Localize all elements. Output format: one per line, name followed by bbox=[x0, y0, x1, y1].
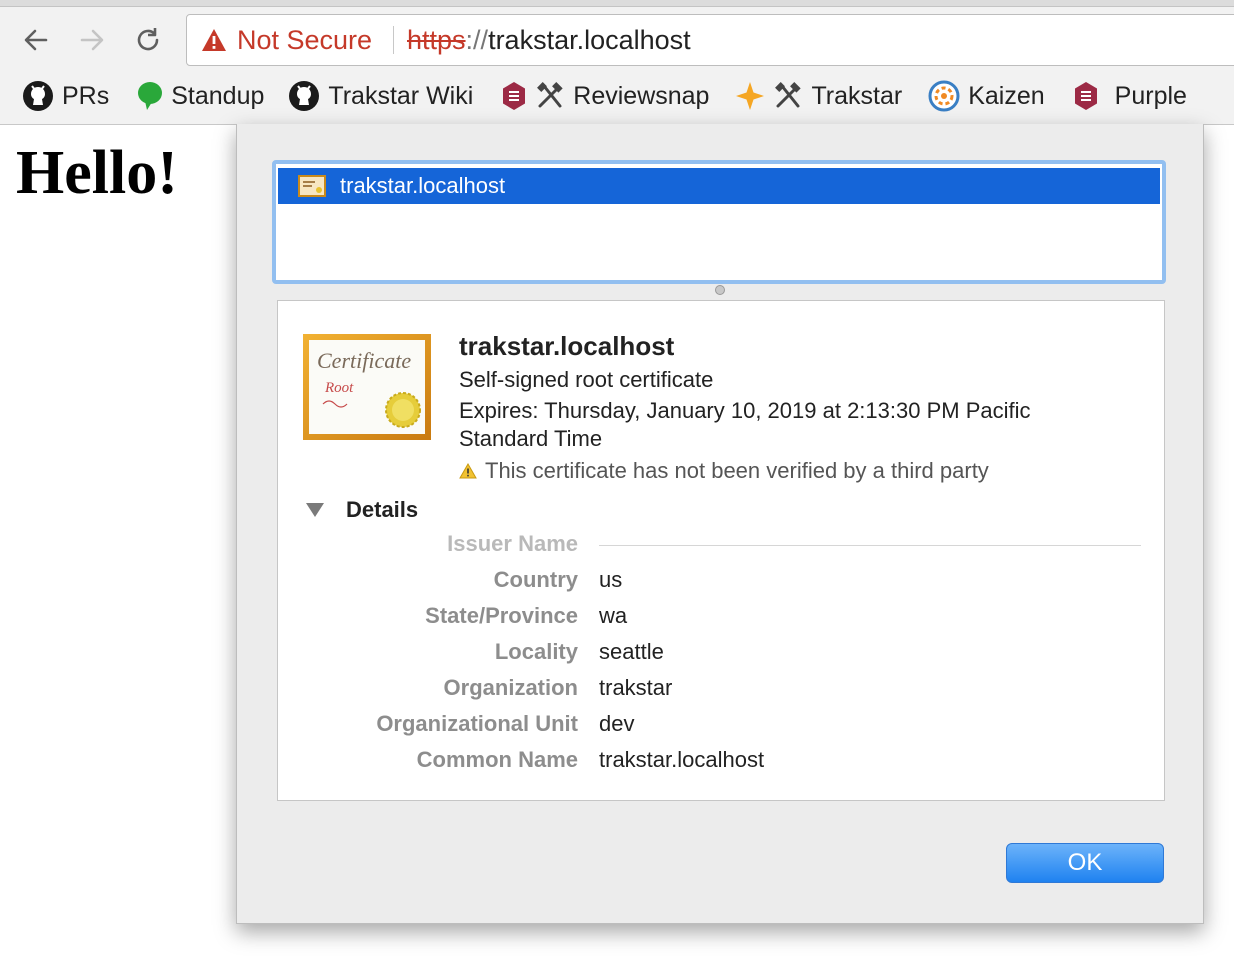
certificate-dialog: trakstar.localhost Certificate Root trak… bbox=[236, 124, 1204, 924]
field-value: dev bbox=[599, 711, 635, 736]
page-heading: Hello! bbox=[16, 139, 178, 207]
security-label: Not Secure bbox=[237, 24, 373, 55]
bookmark-label: Purple bbox=[1114, 81, 1187, 110]
certificate-icon: Certificate Root bbox=[303, 334, 431, 440]
back-button[interactable] bbox=[18, 22, 54, 58]
hexagon-icon bbox=[503, 82, 526, 110]
bookmark-prs[interactable]: PRs bbox=[22, 80, 109, 112]
field-issuer-name: Issuer Name bbox=[278, 531, 1166, 561]
field-key: Issuer Name bbox=[447, 531, 578, 556]
field-country: Country us bbox=[278, 567, 1166, 597]
field-key: Country bbox=[493, 567, 578, 592]
field-locality: Locality seattle bbox=[278, 639, 1166, 669]
section-divider bbox=[599, 545, 1141, 546]
field-value: wa bbox=[599, 603, 628, 628]
url-host: trakstar.localhost bbox=[488, 24, 691, 55]
certificate-expiry: Expires: Thursday, January 10, 2019 at 2… bbox=[459, 398, 1031, 451]
svg-text:Certificate: Certificate bbox=[317, 348, 411, 373]
arrow-left-icon bbox=[24, 29, 48, 51]
certificate-list[interactable]: trakstar.localhost bbox=[272, 160, 1166, 284]
bookmark-reviewsnap[interactable]: Reviewsnap bbox=[501, 81, 709, 111]
warning-triangle-icon bbox=[459, 463, 477, 479]
bookmark-trakstar[interactable]: Trakstar bbox=[735, 81, 902, 111]
chat-bubble-icon bbox=[138, 82, 163, 110]
url-divider bbox=[393, 26, 394, 54]
field-value: us bbox=[599, 567, 623, 592]
kaizen-icon bbox=[928, 80, 960, 112]
github-icon bbox=[289, 81, 320, 111]
field-key: Organization bbox=[443, 675, 578, 700]
certificate-icon bbox=[298, 175, 326, 197]
tools-icon bbox=[537, 82, 563, 108]
url-scheme: https bbox=[407, 24, 466, 55]
bookmark-trakstar-wiki[interactable]: Trakstar Wiki bbox=[288, 80, 473, 112]
bookmark-standup[interactable]: Standup bbox=[137, 81, 264, 111]
bookmarks-bar: PRs Standup Trakstar Wiki Reviewsnap Tra… bbox=[0, 76, 1234, 116]
security-indicator[interactable]: Not Secure bbox=[201, 15, 372, 65]
bookmark-purple[interactable]: Purple bbox=[1073, 81, 1187, 111]
certificate-title: trakstar.localhost bbox=[459, 331, 675, 361]
reload-button[interactable] bbox=[130, 22, 166, 58]
bookmark-kaizen[interactable]: Kaizen bbox=[928, 80, 1045, 112]
details-label: Details bbox=[346, 497, 419, 522]
url-separator: :// bbox=[465, 24, 489, 55]
field-key: Common Name bbox=[416, 747, 578, 772]
bookmark-label: PRs bbox=[62, 81, 110, 110]
field-key: Locality bbox=[494, 639, 578, 664]
field-organization: Organization trakstar bbox=[278, 675, 1166, 705]
tools-icon bbox=[775, 82, 802, 108]
certificate-warning: This certificate has not been verified b… bbox=[459, 458, 989, 484]
field-value: trakstar.localhost bbox=[599, 747, 765, 772]
bookmark-label: Reviewsnap bbox=[573, 81, 710, 110]
details-disclosure[interactable]: Details bbox=[306, 497, 418, 523]
url-text[interactable]: https://trakstar.localhost bbox=[407, 15, 691, 65]
hexagon-icon bbox=[1074, 82, 1097, 110]
split-handle[interactable] bbox=[715, 285, 725, 295]
warning-triangle-icon bbox=[202, 29, 226, 51]
forward-button[interactable] bbox=[74, 22, 110, 58]
field-key: State/Province bbox=[425, 603, 578, 628]
sparkle-icon bbox=[736, 82, 765, 110]
github-icon bbox=[23, 81, 53, 111]
reload-icon bbox=[137, 28, 159, 51]
bookmark-label: Standup bbox=[171, 81, 265, 110]
field-organizational-unit: Organizational Unit dev bbox=[278, 711, 1166, 741]
bookmark-label: Trakstar bbox=[811, 81, 903, 110]
svg-text:Root: Root bbox=[324, 380, 354, 396]
certificate-subtitle: Self-signed root certificate bbox=[459, 367, 714, 392]
certificate-list-item[interactable]: trakstar.localhost bbox=[278, 168, 1160, 204]
ok-button[interactable]: OK bbox=[1006, 843, 1164, 883]
field-value: trakstar bbox=[599, 675, 673, 700]
field-value: seattle bbox=[599, 639, 664, 664]
certificate-details-panel: Certificate Root trakstar.localhost Self… bbox=[277, 300, 1165, 801]
certificate-list-label: trakstar.localhost bbox=[340, 173, 506, 198]
tab-strip bbox=[0, 0, 1234, 7]
arrow-right-icon bbox=[80, 29, 104, 51]
warning-text: This certificate has not been verified b… bbox=[485, 458, 989, 483]
disclosure-triangle-icon[interactable] bbox=[306, 503, 324, 517]
field-common-name: Common Name trakstar.localhost bbox=[278, 747, 1166, 777]
bookmark-label: Trakstar Wiki bbox=[328, 81, 474, 110]
bookmark-label: Kaizen bbox=[968, 81, 1045, 110]
field-state-province: State/Province wa bbox=[278, 603, 1166, 633]
browser-toolbar: Not Secure https://trakstar.localhost PR… bbox=[0, 0, 1234, 125]
address-bar[interactable]: Not Secure https://trakstar.localhost bbox=[186, 14, 1234, 66]
field-key: Organizational Unit bbox=[376, 711, 578, 736]
